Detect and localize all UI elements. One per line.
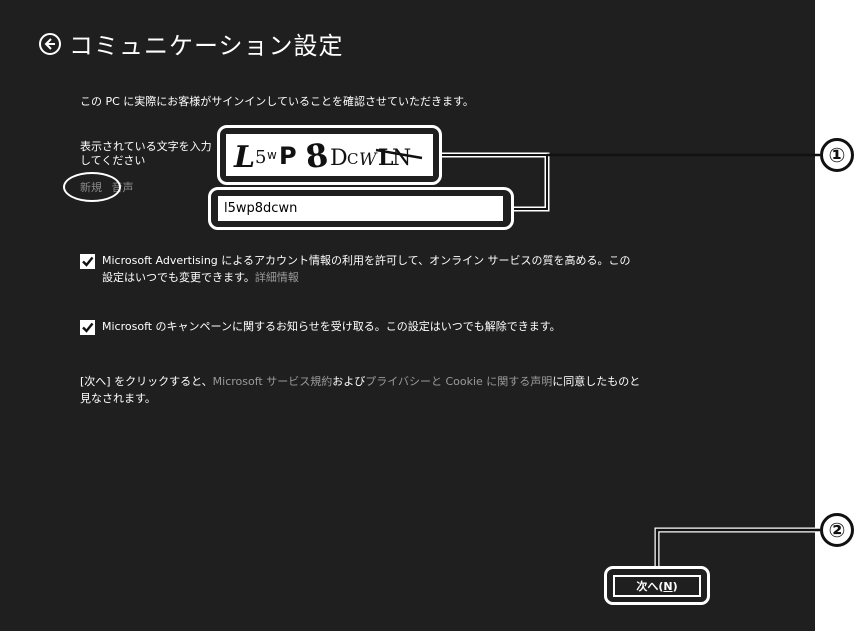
callout-2-marker: ② — [820, 513, 854, 547]
new-link-highlight — [63, 172, 121, 202]
callout-1-marker: ① — [820, 138, 854, 172]
callout-lines — [442, 152, 820, 566]
